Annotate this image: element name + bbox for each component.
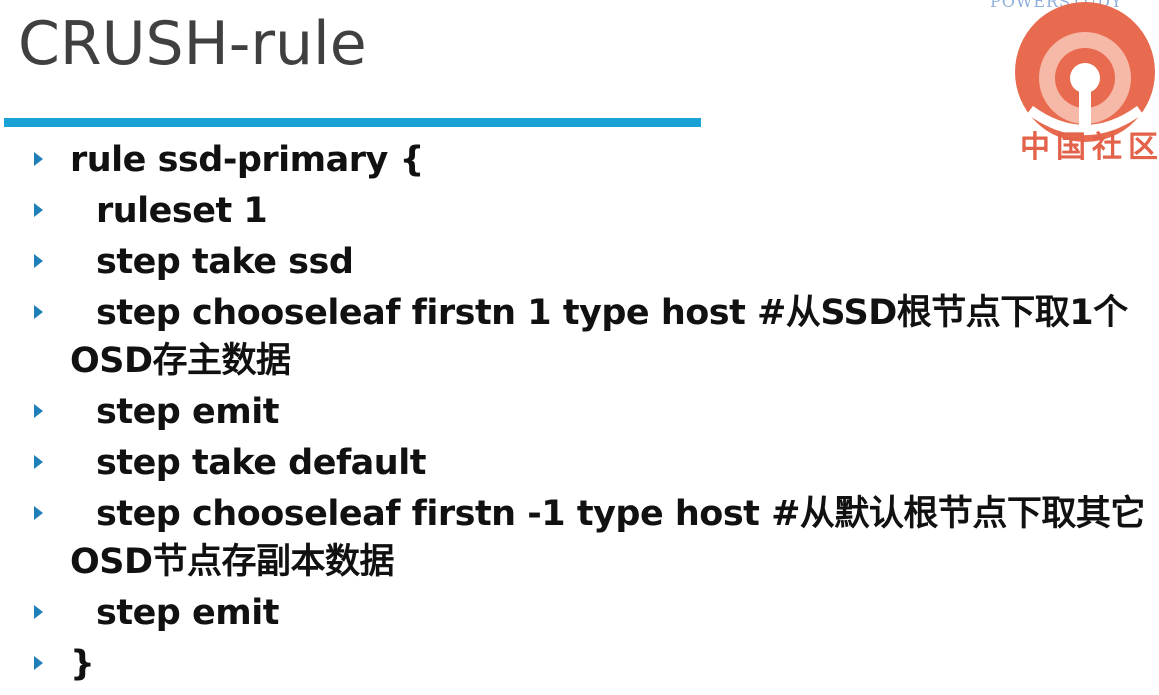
code-line: } xyxy=(0,640,1159,688)
slide-title: CRUSH-rule xyxy=(18,9,367,79)
triangle-bullet-icon xyxy=(34,152,43,166)
triangle-bullet-icon xyxy=(34,455,43,469)
code-line: step emit xyxy=(0,388,1159,436)
code-line-text: step emit xyxy=(96,593,279,633)
code-line: step take ssd xyxy=(0,238,1159,286)
code-line: step chooseleaf firstn 1 type host #从SSD… xyxy=(0,289,1159,385)
code-line-text: ruleset 1 xyxy=(96,191,268,231)
code-line-text: step take ssd xyxy=(96,242,354,282)
code-line: step emit xyxy=(0,589,1159,637)
triangle-bullet-icon xyxy=(34,305,43,319)
code-line-text: } xyxy=(70,644,95,684)
code-line-text: step take default xyxy=(96,443,426,483)
code-line-list: rule ssd-primary { ruleset 1 step take s… xyxy=(0,136,1159,691)
triangle-bullet-icon xyxy=(34,506,43,520)
code-line-text: step chooseleaf firstn 1 type host #从SSD… xyxy=(70,293,1128,381)
triangle-bullet-icon xyxy=(34,203,43,217)
code-line-text: step emit xyxy=(96,392,279,432)
triangle-bullet-icon xyxy=(34,656,43,670)
code-line: ruleset 1 xyxy=(0,187,1159,235)
triangle-bullet-icon xyxy=(34,254,43,268)
code-line: rule ssd-primary { xyxy=(0,136,1159,184)
triangle-bullet-icon xyxy=(34,404,43,418)
code-line-text: step chooseleaf firstn -1 type host #从默认… xyxy=(70,494,1145,582)
code-line: step take default xyxy=(0,439,1159,487)
code-line: step chooseleaf firstn -1 type host #从默认… xyxy=(0,490,1159,586)
triangle-bullet-icon xyxy=(34,605,43,619)
code-line-text: rule ssd-primary { xyxy=(70,140,424,180)
title-underline-bar xyxy=(4,118,701,127)
